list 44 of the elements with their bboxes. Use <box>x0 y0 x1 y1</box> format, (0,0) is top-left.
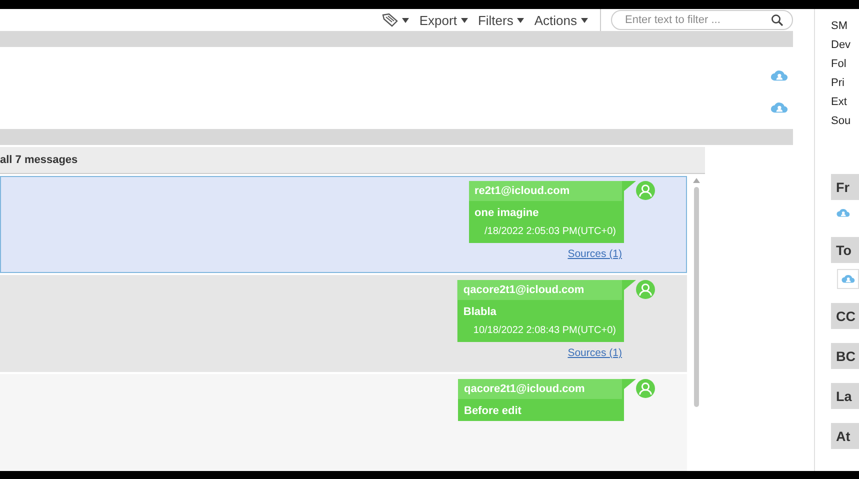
field-label: Sou <box>831 115 852 129</box>
message-time: 10/18/2022 2:08:43 PM(UTC+0) <box>473 325 616 336</box>
sender-email: qacore2t1@icloud.com <box>463 284 584 296</box>
message-count: all 7 messages <box>0 154 78 166</box>
cloud-user-icon <box>841 273 855 285</box>
cloud-user-icon <box>770 68 788 82</box>
toolbar-menu[interactable]: Filters <box>478 12 524 28</box>
section-header[interactable]: Fr <box>831 174 859 200</box>
user-avatar-icon <box>636 379 655 398</box>
user-avatar-icon <box>636 280 655 299</box>
field-label: Pri <box>831 77 846 91</box>
sources-link[interactable]: Sources (1) <box>568 248 622 260</box>
message-time: /18/2022 2:05:03 PM(UTC+0) <box>484 226 616 237</box>
section-header[interactable]: To <box>831 237 859 263</box>
section-header[interactable]: CC <box>831 303 859 329</box>
cloud-user-icon <box>770 100 788 114</box>
section-header[interactable]: BC <box>831 343 859 369</box>
caret-icon <box>517 18 524 22</box>
search-icon <box>771 14 783 26</box>
sender-email: re2t1@icloud.com <box>474 185 570 197</box>
caret-icon <box>460 18 468 22</box>
cloud-user-icon <box>836 206 850 218</box>
search-field[interactable]: Enter text to filter ... <box>611 10 793 30</box>
user-avatar-icon <box>636 181 655 200</box>
message-row[interactable]: re2t1@icloud.com one imagine /18/2022 2:05:03 PM(UTC+0) Sources (1) <box>0 176 687 273</box>
message-text: Before edit <box>464 405 522 417</box>
tag-menu[interactable] <box>382 13 410 27</box>
field-label: Fol <box>831 58 848 72</box>
toolbar-menu[interactable]: Export <box>419 12 468 28</box>
tag-icon <box>382 13 398 27</box>
sources-link[interactable]: Sources (1) <box>568 347 622 359</box>
sender-email: qacore2t1@icloud.com <box>464 383 585 395</box>
field-label: Dev <box>831 39 852 53</box>
message-text: Blabla <box>463 306 496 318</box>
message-row[interactable]: qacore2t1@icloud.com Blabla 10/18/2022 2:08:43 PM(UTC+0) Sources (1) <box>0 275 687 372</box>
field-label: SM <box>831 20 848 34</box>
field-label: Ext <box>831 96 848 110</box>
message-text: one imagine <box>474 207 539 219</box>
caret-icon <box>581 18 588 22</box>
section-header[interactable]: At <box>831 423 859 449</box>
section-header[interactable]: La <box>831 383 859 409</box>
caret-icon <box>402 18 410 22</box>
scroll-up-icon[interactable] <box>692 178 700 183</box>
toolbar-menu[interactable]: Actions <box>534 12 588 28</box>
